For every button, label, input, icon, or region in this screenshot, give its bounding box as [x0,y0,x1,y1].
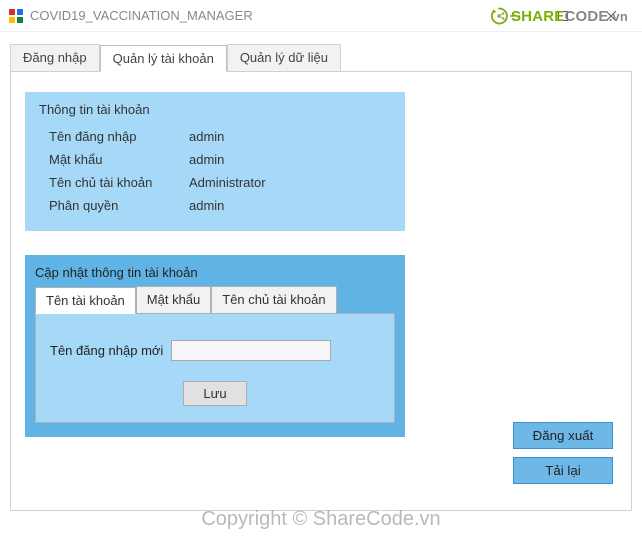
info-row-username: Tên đăng nhập admin [39,125,391,148]
owner-label: Tên chủ tài khoản [49,175,189,190]
account-info-panel: Thông tin tài khoản Tên đăng nhập admin … [25,92,405,231]
update-tab-owner[interactable]: Tên chủ tài khoản [211,286,336,313]
close-button[interactable] [588,1,634,31]
password-value: admin [189,152,224,167]
tab-pane-accounts: Thông tin tài khoản Tên đăng nhập admin … [10,71,632,511]
minimize-button[interactable] [492,1,538,31]
update-tab-password[interactable]: Mật khẩu [136,286,211,313]
window-title: COVID19_VACCINATION_MANAGER [30,8,492,23]
update-tab-pane: Tên đăng nhập mới Lưu [35,313,395,423]
new-username-label: Tên đăng nhập mới [50,343,163,358]
update-account-panel: Cập nhật thông tin tài khoản Tên tài kho… [25,255,405,437]
role-value: admin [189,198,224,213]
tab-login[interactable]: Đăng nhập [10,44,100,71]
password-label: Mật khẩu [49,152,189,167]
owner-value: Administrator [189,175,266,190]
window-controls [492,1,634,31]
main-tab-control: Đăng nhập Quản lý tài khoản Quản lý dữ l… [10,44,632,511]
maximize-button[interactable] [540,1,586,31]
app-icon [8,8,24,24]
tab-data[interactable]: Quản lý dữ liệu [227,44,341,71]
info-row-password: Mật khẩu admin [39,148,391,171]
info-row-owner: Tên chủ tài khoản Administrator [39,171,391,194]
titlebar: COVID19_VACCINATION_MANAGER [0,0,642,32]
update-tab-username[interactable]: Tên tài khoản [35,287,136,314]
update-panel-title: Cập nhật thông tin tài khoản [35,265,395,280]
tab-accounts[interactable]: Quản lý tài khoản [100,45,227,72]
username-value: admin [189,129,224,144]
new-username-input[interactable] [171,340,331,361]
save-button[interactable]: Lưu [183,381,247,406]
reload-button[interactable]: Tải lại [513,457,613,484]
logout-button[interactable]: Đăng xuất [513,422,613,449]
username-label: Tên đăng nhập [49,129,189,144]
update-tab-control: Tên tài khoản Mật khẩu Tên chủ tài khoản… [35,286,395,423]
role-label: Phân quyền [49,198,189,213]
account-info-title: Thông tin tài khoản [39,102,391,117]
info-row-role: Phân quyền admin [39,194,391,217]
